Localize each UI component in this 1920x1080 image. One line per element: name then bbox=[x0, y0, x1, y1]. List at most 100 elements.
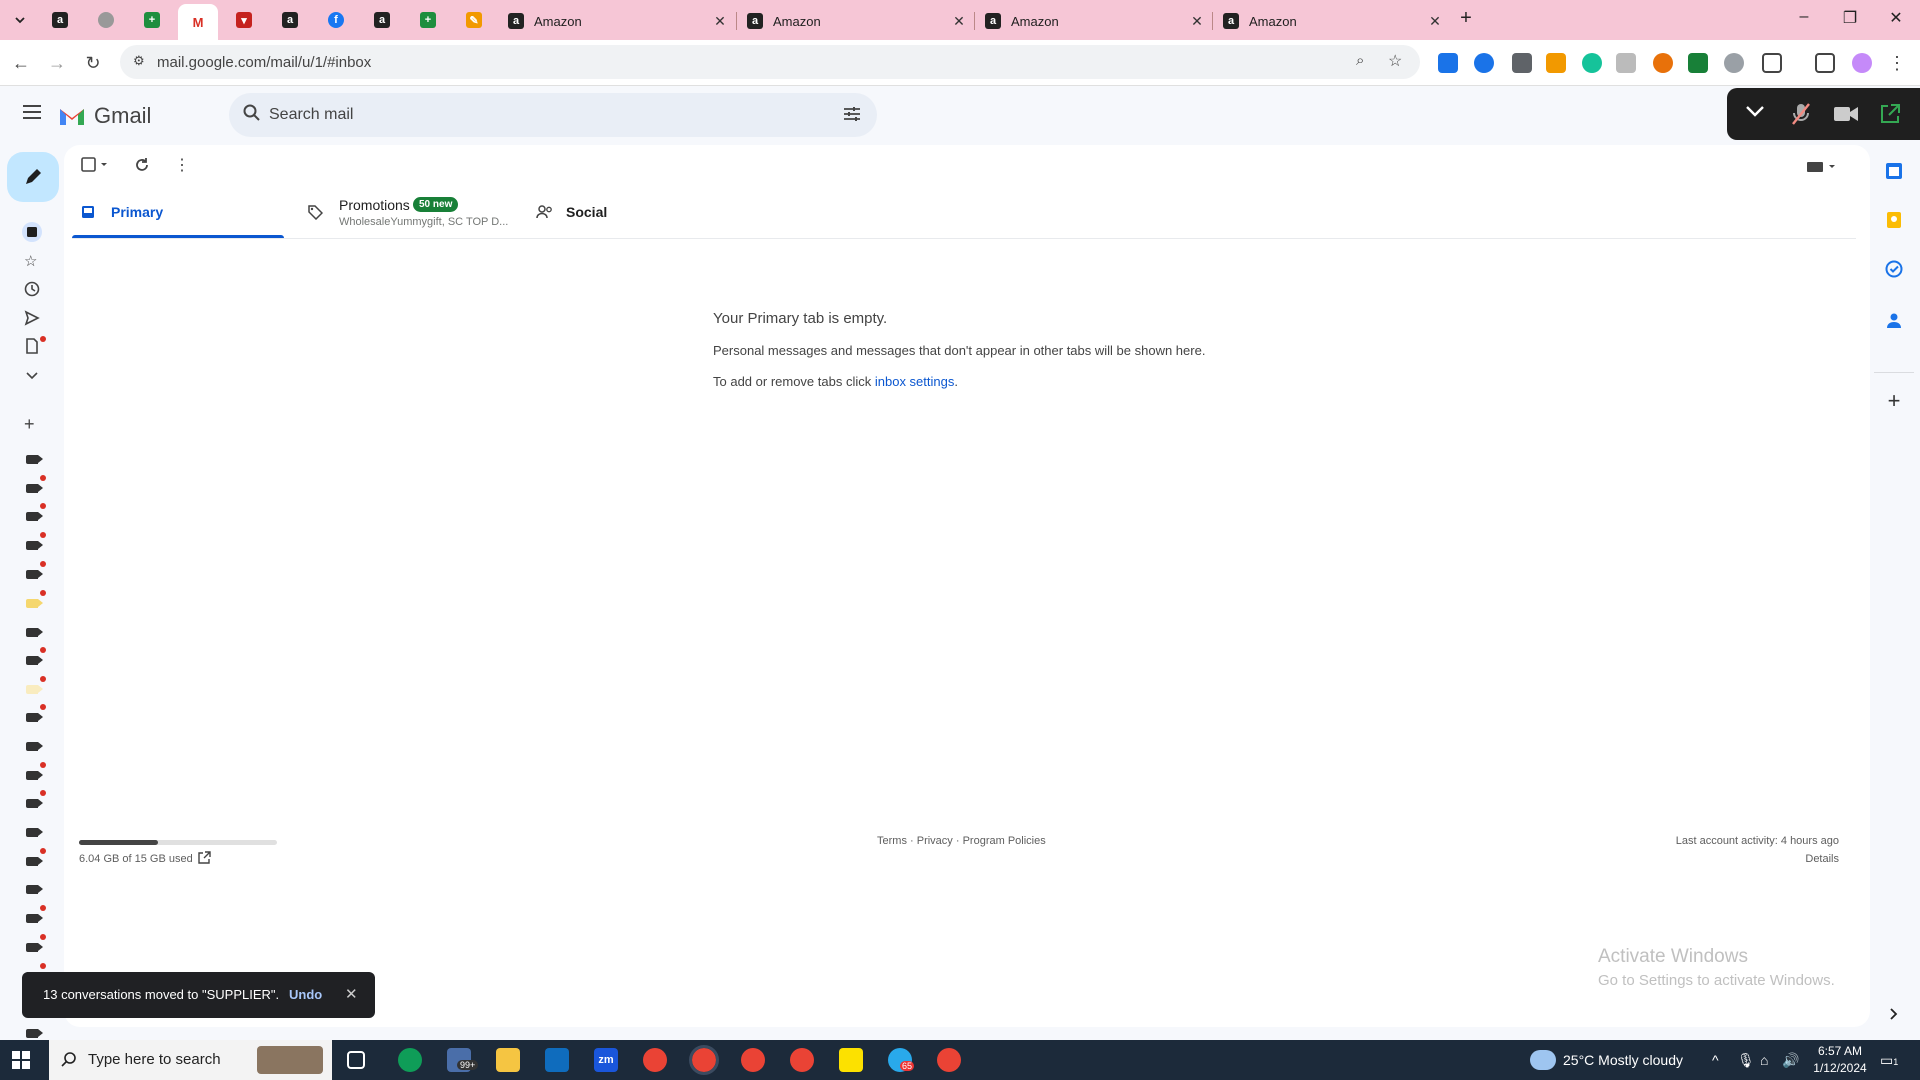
nav-starred[interactable]: ☆ bbox=[24, 252, 40, 270]
extension-icon[interactable] bbox=[1438, 53, 1458, 73]
microsoft-store-icon[interactable] bbox=[545, 1048, 569, 1072]
globe-icon[interactable] bbox=[1724, 53, 1744, 73]
search-options-icon[interactable] bbox=[843, 105, 861, 123]
input-tools-icon[interactable] bbox=[1806, 160, 1838, 174]
label-tag-icon[interactable] bbox=[26, 656, 43, 665]
close-icon[interactable]: ✕ bbox=[1425, 13, 1445, 30]
label-tag-icon[interactable] bbox=[26, 541, 43, 550]
extension-icon[interactable] bbox=[1474, 53, 1494, 73]
tab-primary[interactable]: Primary bbox=[72, 192, 284, 238]
extension-icon[interactable] bbox=[1546, 53, 1566, 73]
pinned-tab-amazon-3[interactable]: a bbox=[370, 8, 394, 32]
chrome-active-icon[interactable] bbox=[689, 1045, 719, 1075]
site-info-icon[interactable]: ⚙ bbox=[133, 53, 145, 69]
task-view-icon[interactable] bbox=[347, 1051, 365, 1069]
chevron-down-icon[interactable] bbox=[1745, 104, 1765, 118]
sticky-notes-icon[interactable] bbox=[839, 1048, 863, 1072]
get-addons-plus-icon[interactable]: + bbox=[1884, 388, 1904, 413]
refresh-icon[interactable] bbox=[133, 156, 151, 174]
browser-menu-icon[interactable]: ⋮ bbox=[1886, 52, 1908, 74]
inbox-settings-link[interactable]: inbox settings bbox=[875, 374, 955, 389]
pinned-tab-amazon-2[interactable]: a bbox=[278, 8, 302, 32]
extensions-puzzle-icon[interactable] bbox=[1762, 53, 1782, 73]
keep-icon[interactable] bbox=[1884, 210, 1904, 230]
new-tab-button[interactable]: + bbox=[1454, 7, 1478, 30]
tab-social[interactable]: Social bbox=[526, 192, 726, 238]
main-menu-icon[interactable] bbox=[22, 104, 42, 120]
telegram-icon[interactable]: 65 bbox=[888, 1048, 915, 1072]
pinned-tab-tool[interactable]: ✎ bbox=[462, 8, 486, 32]
contacts-icon[interactable] bbox=[1884, 310, 1904, 330]
minimize-button[interactable]: – bbox=[1792, 8, 1816, 26]
activity-details-link[interactable]: Details bbox=[1805, 853, 1839, 865]
gmail-logo[interactable]: Gmail bbox=[58, 103, 151, 129]
reload-button[interactable]: ↻ bbox=[82, 52, 104, 74]
program-policies-link[interactable]: Program Policies bbox=[963, 835, 1046, 847]
mail-app-icon[interactable]: 99+ bbox=[447, 1048, 479, 1072]
nav-inbox[interactable] bbox=[22, 222, 42, 242]
chrome-icon[interactable] bbox=[937, 1048, 961, 1072]
undo-button[interactable]: Undo bbox=[289, 987, 322, 1002]
forward-button[interactable]: → bbox=[46, 52, 68, 74]
search-mail-bar[interactable]: Search mail bbox=[229, 93, 877, 137]
extension-icon[interactable] bbox=[1512, 53, 1532, 73]
camera-icon[interactable] bbox=[1833, 105, 1859, 123]
label-tag-icon[interactable] bbox=[26, 857, 43, 866]
back-button[interactable]: ← bbox=[10, 52, 32, 74]
url-text[interactable]: mail.google.com/mail/u/1/#inbox bbox=[157, 54, 371, 71]
weather-text[interactable]: 25°C Mostly cloudy bbox=[1563, 1052, 1683, 1068]
nav-more[interactable] bbox=[24, 367, 40, 383]
chrome-icon[interactable] bbox=[790, 1048, 814, 1072]
mic-muted-icon[interactable] bbox=[1791, 102, 1811, 126]
more-options-icon[interactable]: ⋮ bbox=[174, 155, 190, 175]
nav-drafts[interactable] bbox=[24, 338, 40, 354]
label-tag-icon[interactable] bbox=[26, 1029, 43, 1038]
close-icon[interactable]: ✕ bbox=[710, 13, 730, 30]
chrome-icon[interactable] bbox=[643, 1048, 667, 1072]
calendar-icon[interactable] bbox=[1884, 161, 1904, 181]
close-window-button[interactable]: ✕ bbox=[1884, 8, 1908, 28]
label-tag-icon[interactable] bbox=[26, 570, 43, 579]
bookmark-star-icon[interactable]: ☆ bbox=[1388, 51, 1402, 71]
chrome-icon[interactable] bbox=[741, 1048, 765, 1072]
extension-icon[interactable] bbox=[1653, 53, 1673, 73]
label-tag-icon[interactable] bbox=[26, 713, 43, 722]
select-all-checkbox[interactable] bbox=[80, 156, 112, 174]
volume-icon[interactable]: 🔊 bbox=[1782, 1052, 1799, 1069]
taskbar-search-box[interactable]: Type here to search bbox=[49, 1040, 332, 1080]
tasks-icon[interactable] bbox=[1884, 259, 1904, 279]
side-panel-icon[interactable] bbox=[1815, 53, 1835, 73]
label-tag-icon[interactable] bbox=[26, 742, 43, 751]
browser-tab[interactable]: a Amazon ✕ bbox=[975, 6, 1207, 36]
notification-center-icon[interactable]: ▭1 bbox=[1880, 1052, 1898, 1069]
zoom-app-icon[interactable]: zm bbox=[594, 1048, 618, 1072]
zoom-icon[interactable]: ⌕ bbox=[1356, 52, 1364, 69]
search-icon[interactable] bbox=[243, 104, 261, 122]
close-icon[interactable]: ✕ bbox=[345, 985, 358, 1003]
label-tag-icon[interactable] bbox=[26, 455, 43, 464]
pinned-tab-facebook[interactable]: f bbox=[324, 8, 348, 32]
browser-tab[interactable]: a Amazon ✕ bbox=[737, 6, 969, 36]
open-in-new-icon[interactable] bbox=[197, 851, 211, 865]
restore-button[interactable]: ❐ bbox=[1838, 8, 1862, 28]
label-tag-icon[interactable] bbox=[26, 828, 43, 837]
profile-avatar[interactable] bbox=[1852, 53, 1872, 73]
pinned-tab-sheets-2[interactable]: + bbox=[416, 8, 440, 32]
label-tag-icon[interactable] bbox=[26, 685, 43, 694]
close-icon[interactable]: ✕ bbox=[1187, 13, 1207, 30]
extension-icon[interactable] bbox=[1616, 53, 1636, 73]
pinned-tab-amazon[interactable]: a bbox=[48, 8, 72, 32]
microphone-icon[interactable]: 🎙 bbox=[1737, 1052, 1755, 1069]
label-tag-icon[interactable] bbox=[26, 943, 43, 952]
edge-icon[interactable] bbox=[398, 1048, 422, 1072]
close-icon[interactable]: ✕ bbox=[949, 13, 969, 30]
pinned-tab-red[interactable]: ▾ bbox=[232, 8, 256, 32]
compose-button[interactable] bbox=[7, 152, 59, 202]
label-tag-icon[interactable] bbox=[26, 628, 43, 637]
open-in-new-icon[interactable] bbox=[1879, 103, 1901, 125]
extension-icon[interactable] bbox=[1688, 53, 1708, 73]
create-label-button[interactable]: + bbox=[24, 415, 40, 433]
network-icon[interactable]: ⌂ bbox=[1760, 1052, 1768, 1068]
clock[interactable]: 6:57 AM 1/12/2024 bbox=[1810, 1044, 1870, 1075]
label-tag-icon[interactable] bbox=[26, 771, 43, 780]
